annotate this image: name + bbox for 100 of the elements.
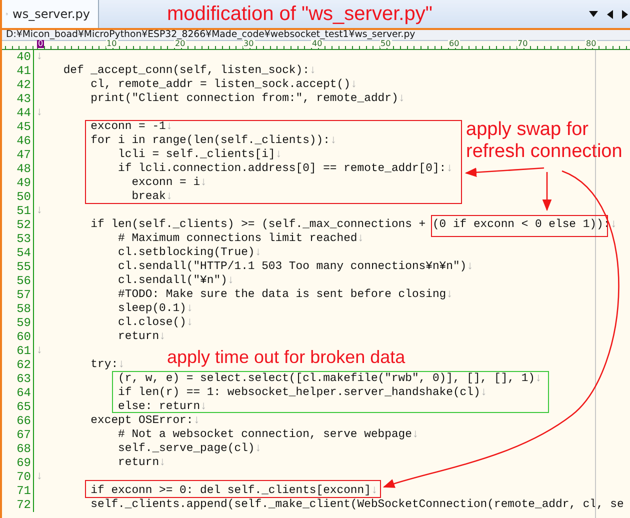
code-line: if lcli.connection.address[0] == remote_addr[0]:	[117, 162, 446, 176]
line-number: 61	[2, 344, 34, 358]
line-end-mark: ↓	[330, 134, 337, 148]
line-number: 43	[2, 92, 34, 106]
line-number: 52	[2, 218, 34, 232]
code-line: self._serve_page(cl)	[117, 442, 255, 456]
code-line: # Maximum connections limit reached	[117, 232, 358, 246]
line-number: 47	[2, 148, 34, 162]
line-end-mark: ↓	[480, 386, 488, 400]
line-end-mark: ↓	[535, 372, 542, 386]
line-number: 66	[2, 414, 34, 428]
line-number: 57	[2, 288, 34, 302]
line-end-mark: ↓	[36, 50, 43, 64]
code-line: else: return	[117, 400, 200, 414]
ruler-number: 60	[448, 40, 460, 48]
ruler-number: 70	[516, 40, 529, 48]
line-end-mark: ↓	[36, 204, 43, 218]
line-end-mark: ↓	[36, 106, 43, 120]
line-number: 56	[2, 274, 34, 288]
code-line: self._clients.append(self._make_client(WebSocketConnection(remote_addr, cl, se	[90, 498, 624, 512]
line-end-mark: ↓	[610, 218, 618, 232]
line-number: 65	[2, 400, 34, 414]
annotation-note: apply swap for refresh connection	[466, 119, 622, 163]
line-end-mark: ↓	[200, 176, 207, 190]
line-number: 68	[2, 442, 34, 456]
code-line: if len(self._clients) >= (self._max_connections + (0 if exconn < 0 else 1)):	[90, 218, 610, 232]
line-number: 54	[2, 246, 34, 260]
line-number: 69	[2, 456, 34, 470]
line-end-mark: ↓	[193, 414, 200, 428]
line-number: 60	[2, 330, 34, 344]
line-end-mark: ↓	[227, 274, 234, 288]
file-tab[interactable]: ws_server.py	[2, 0, 99, 28]
line-end-mark: ↓	[446, 162, 453, 176]
line-end-mark: ↓	[254, 442, 262, 456]
line-end-mark: ↓	[309, 64, 316, 78]
code-line: print("Client connection from:", remote_addr)	[90, 92, 398, 106]
ruler-number: 20	[174, 40, 186, 48]
code-line: cl.sendall("¥n")	[117, 274, 228, 288]
line-number: 40	[2, 50, 34, 64]
ruler-number: 80	[585, 40, 598, 48]
line-number: 59	[2, 316, 34, 330]
line-end-mark: ↓	[357, 232, 364, 246]
code-line: for i in range(len(self._clients)):	[90, 134, 330, 148]
code-line: lcli = self._clients[i]	[117, 148, 276, 162]
line-end-mark: ↓	[350, 78, 358, 92]
line-end-mark: ↓	[412, 428, 419, 442]
line-end-mark: ↓	[275, 148, 282, 162]
line-end-mark: ↓	[159, 330, 166, 344]
code-line: sleep(0.1)	[117, 302, 186, 316]
code-line: cl.setblocking(True)	[117, 246, 255, 260]
code-line: exconn = i	[130, 176, 200, 190]
line-number: 53	[2, 232, 34, 246]
ruler-number: 40	[311, 40, 324, 48]
line-end-mark: ↓	[159, 456, 166, 470]
ruler-number: 30	[242, 40, 255, 48]
line-number: 44	[2, 106, 34, 120]
code-line: try:	[90, 358, 118, 372]
line-number: 48	[2, 162, 34, 176]
code-line: #TODO: Make sure the data is sent before closing	[117, 288, 446, 302]
line-end-mark: ↓	[36, 344, 43, 358]
line-end-mark: ↓	[36, 470, 43, 484]
line-number: 45	[2, 120, 34, 134]
ruler-number: 10	[106, 40, 118, 48]
code-line: (r, w, e) = select.select([cl.makefile("rwb", 0)], [], [], 1)	[117, 372, 535, 386]
line-number: 67	[2, 428, 34, 442]
line-end-mark: ↓	[200, 400, 207, 414]
line-end-mark: ↓	[466, 260, 474, 274]
line-end-mark: ↓	[446, 288, 453, 302]
line-number: 70	[2, 470, 34, 484]
code-line: break	[130, 190, 166, 204]
line-number: 51	[2, 204, 34, 218]
annotation-note: apply time out for broken data	[167, 347, 406, 368]
code-line: def _accept_conn(self, listen_sock):	[62, 64, 310, 78]
line-end-mark: ↓	[186, 302, 194, 316]
line-end-mark: ↓	[118, 358, 125, 372]
line-number: 42	[2, 78, 34, 92]
line-number: 72	[2, 498, 34, 512]
line-number: 50	[2, 190, 34, 204]
line-end-mark: ↓	[370, 484, 378, 498]
scroll-right-icon[interactable]	[622, 10, 628, 18]
code-line: cl, remote_addr = listen_sock.accept()	[90, 78, 350, 92]
line-end-mark: ↓	[398, 92, 406, 106]
code-line: except OSError:	[90, 414, 194, 428]
code-line: return	[117, 330, 160, 344]
line-end-mark: ↓	[166, 120, 173, 134]
line-end-mark: ↓	[254, 246, 262, 260]
code-line: exconn = -1	[90, 120, 166, 134]
dropdown-icon[interactable]	[589, 11, 598, 17]
line-number: 63	[2, 372, 34, 386]
scroll-left-icon[interactable]	[607, 10, 613, 18]
line-number: 55	[2, 260, 34, 274]
code-line: if exconn >= 0: del self._clients[exconn]	[90, 484, 371, 498]
line-end-mark: ↓	[186, 316, 194, 330]
code-line: return	[117, 456, 160, 470]
line-number: 49	[2, 176, 34, 190]
file-path: D:¥Micon_boad¥MicroPython¥ESP32_8266¥Made_code¥websocket_test1¥ws_server.py	[2, 30, 630, 41]
line-number: 41	[2, 64, 34, 78]
code-line: if len(r) == 1: websocket_helper.server_handshake(cl)	[117, 386, 480, 400]
code-line: # Not a websocket connection, serve webpage	[117, 428, 412, 442]
code-line: cl.sendall("HTTP/1.1 503 Too many connections¥n¥n")	[117, 260, 467, 274]
